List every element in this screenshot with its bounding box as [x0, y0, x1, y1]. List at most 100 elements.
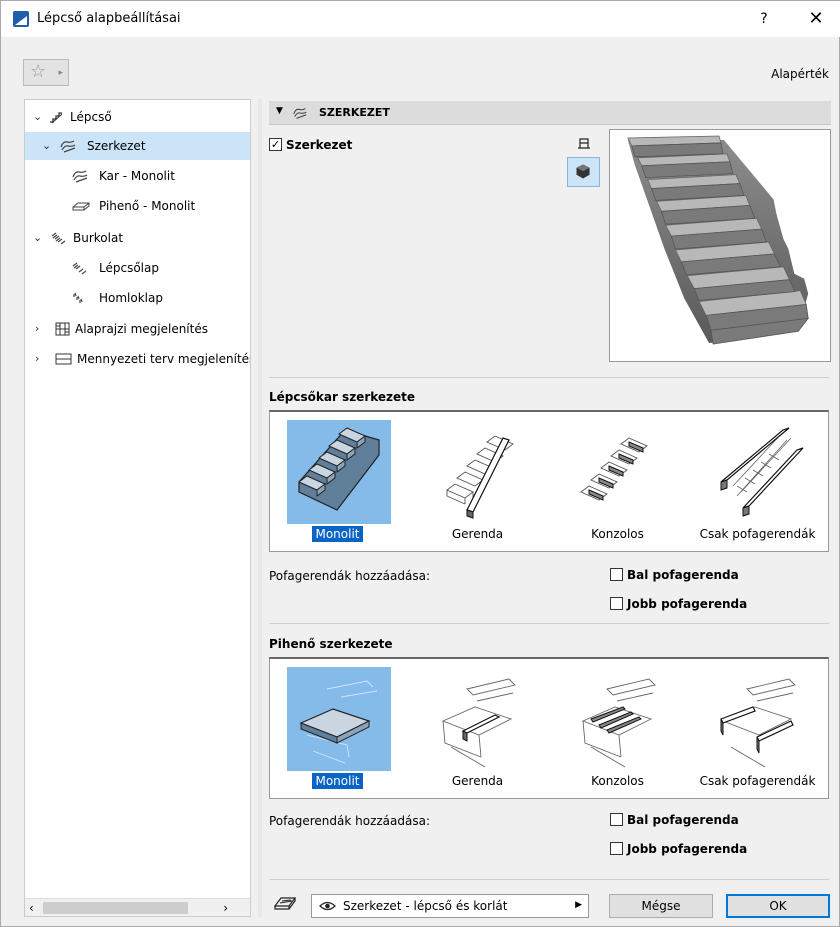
landing-structure-title: Pihenő szerkezete	[269, 637, 393, 651]
favorites-button[interactable]: ☆ ▸	[23, 59, 69, 86]
flight-option-beam[interactable]: Gerenda	[410, 412, 545, 552]
flight-option-stringers-only[interactable]: Csak pofagerendák	[690, 412, 825, 552]
default-label: Alapérték	[771, 67, 829, 81]
structure-icon	[293, 108, 307, 119]
tree-horizontal-scrollbar[interactable]: ‹ ›	[25, 898, 250, 916]
stringers-flight-icon	[707, 420, 811, 524]
option-caption: Gerenda	[451, 527, 504, 541]
monolith-flight-icon	[287, 420, 391, 524]
dialog-window: Lépcső alapbeállításai ? ✕ ☆ ▸ Alapérték…	[0, 0, 840, 927]
flight-left-stringer-label: Bal pofagerenda	[627, 568, 739, 582]
eye-icon[interactable]	[319, 899, 336, 913]
layer-icon	[273, 897, 297, 910]
floor-plan-view-icon[interactable]	[576, 135, 592, 151]
divider	[269, 623, 829, 624]
stair-3d-preview	[609, 129, 831, 362]
star-icon: ☆	[30, 61, 47, 82]
tree-item-stair[interactable]: ⌄ Lépcső	[25, 103, 250, 131]
landing-structure-options: Monolit Gerenda Konzolos Csak pofagerend…	[269, 657, 829, 799]
tree-item-label: Burkolat	[73, 231, 124, 245]
tree-item-riser[interactable]: Homloklap	[25, 284, 250, 312]
collapse-triangle-icon[interactable]: ▼	[276, 106, 283, 116]
tree-item-tread[interactable]: Lépcsőlap	[25, 254, 250, 282]
landing-option-beam[interactable]: Gerenda	[410, 659, 545, 799]
option-caption: Monolit	[311, 772, 364, 790]
panel-divider[interactable]	[258, 99, 262, 917]
landing-right-stringer-label: Jobb pofagerenda	[627, 842, 748, 856]
tree-item-flight-monolith[interactable]: Kar - Monolit	[25, 162, 250, 190]
window-title: Lépcső alapbeállításai	[37, 11, 181, 26]
cancel-button[interactable]: Mégse	[609, 894, 713, 918]
layer-select[interactable]: Szerkezet - lépcső és korlát ▶	[311, 894, 589, 918]
tree-item-landing-monolith[interactable]: Pihenő - Monolit	[25, 192, 250, 220]
scroll-left-icon[interactable]: ‹	[29, 899, 34, 916]
landing-option-cantilever[interactable]: Konzolos	[550, 659, 685, 799]
stringers-landing-icon	[707, 667, 811, 771]
tree-item-label: Szerkezet	[87, 139, 146, 153]
flight-option-cantilever[interactable]: Konzolos	[550, 412, 685, 552]
structure-checkbox-label: Szerkezet	[286, 138, 353, 152]
flight-structure-options: Monolit Gerenda Konzolos Csak pofagerend…	[269, 410, 829, 552]
chevron-down-icon[interactable]: ⌄	[33, 224, 42, 252]
landing-right-stringer-checkbox[interactable]	[610, 842, 623, 855]
cantilever-landing-icon	[567, 667, 671, 771]
structure-icon	[60, 140, 76, 153]
tree-item-label: Kar - Monolit	[99, 169, 175, 183]
landing-left-stringer-checkbox[interactable]	[610, 813, 623, 826]
app-icon	[13, 11, 29, 27]
landing-stringers-label: Pofagerendák hozzáadása:	[269, 814, 430, 828]
option-caption: Csak pofagerendák	[699, 774, 816, 788]
scroll-thumb[interactable]	[43, 902, 188, 914]
flight-structure-title: Lépcsőkar szerkezete	[269, 390, 416, 404]
flight-left-stringer-checkbox[interactable]	[610, 568, 623, 581]
floor-plan-icon	[55, 322, 70, 336]
section-header-structure[interactable]: ▼ SZERKEZET	[269, 101, 831, 125]
landing-icon	[72, 202, 90, 211]
close-button[interactable]: ✕	[796, 7, 836, 31]
option-caption: Konzolos	[591, 527, 644, 541]
flight-right-stringer-label: Jobb pofagerenda	[627, 597, 748, 611]
option-caption: Gerenda	[451, 774, 504, 788]
scroll-right-icon[interactable]: ›	[223, 899, 228, 916]
chevron-right-icon[interactable]: ›	[35, 345, 39, 373]
tree-item-label: Mennyezeti terv megjelenítés	[77, 352, 251, 366]
structure-checkbox[interactable]: ✓	[269, 138, 282, 151]
flight-option-monolith[interactable]: Monolit	[270, 412, 405, 552]
stair-icon	[50, 112, 63, 124]
tree-item-structure[interactable]: ⌄ Szerkezet	[25, 132, 250, 160]
flight-stringers-label: Pofagerendák hozzáadása:	[269, 569, 430, 583]
tree-item-label: Pihenő - Monolit	[99, 199, 196, 213]
cantilever-flight-icon	[567, 420, 671, 524]
beam-flight-icon	[427, 420, 531, 524]
tree-item-label: Lépcső	[70, 110, 112, 124]
3d-view-icon[interactable]	[567, 157, 600, 187]
tree-item-label: Alaprajzi megjelenítés	[75, 322, 208, 336]
tree-item-label: Lépcsőlap	[99, 261, 159, 275]
help-button[interactable]: ?	[749, 7, 779, 31]
stair-preview-image	[627, 135, 810, 345]
flight-right-stringer-checkbox[interactable]	[610, 597, 623, 610]
favorites-arrow-icon: ▸	[58, 68, 63, 78]
divider	[269, 377, 829, 378]
tree-item-floor-plan-display[interactable]: › Alaprajzi megjelenítés	[25, 315, 250, 343]
landing-left-stringer-label: Bal pofagerenda	[627, 813, 739, 827]
covering-icon	[51, 232, 66, 245]
option-caption: Monolit	[311, 525, 364, 543]
settings-tree: ⌄ Lépcső ⌄ Szerkezet Kar - Monolit Pihen…	[24, 99, 251, 917]
ceiling-plan-icon	[55, 353, 72, 365]
riser-icon	[73, 292, 83, 303]
landing-option-stringers-only[interactable]: Csak pofagerendák	[690, 659, 825, 799]
section-title: SZERKEZET	[319, 106, 390, 119]
flight-icon	[72, 170, 88, 183]
tree-item-covering[interactable]: ⌄ Burkolat	[25, 224, 250, 252]
option-caption: Csak pofagerendák	[699, 527, 816, 541]
chevron-down-icon[interactable]: ⌄	[42, 132, 51, 160]
tree-item-ceiling-plan-display[interactable]: › Mennyezeti terv megjelenítés	[25, 345, 250, 373]
ok-button[interactable]: OK	[726, 894, 830, 918]
beam-landing-icon	[427, 667, 531, 771]
chevron-right-icon[interactable]: ›	[35, 315, 39, 343]
landing-option-monolith[interactable]: Monolit	[270, 659, 405, 799]
tread-icon	[72, 262, 87, 275]
chevron-down-icon[interactable]: ⌄	[33, 103, 42, 131]
cube-icon	[576, 164, 590, 179]
